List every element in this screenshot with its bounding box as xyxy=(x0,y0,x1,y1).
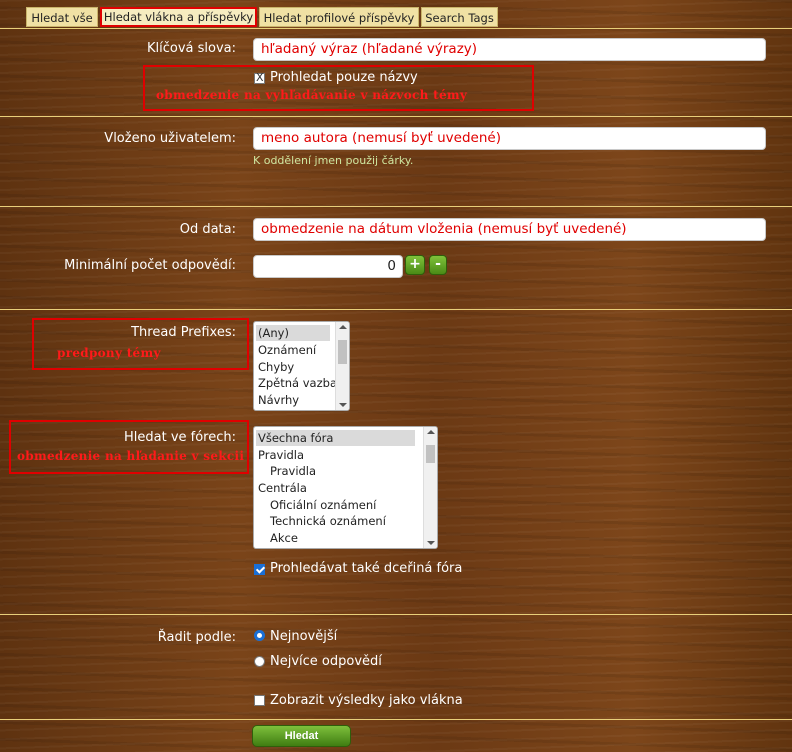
scroll-down-icon[interactable] xyxy=(427,541,435,545)
search-submit-button[interactable]: Hledat xyxy=(252,725,351,747)
forums-annotation: obmedzenie na hľadanie v sekcii xyxy=(17,449,245,463)
scroll-thumb[interactable] xyxy=(338,340,347,364)
list-item[interactable]: Technická oznámení xyxy=(268,513,386,529)
forums-listbox[interactable]: Všechna fóra Pravidla Pravidla Centrála … xyxy=(253,426,438,549)
scroll-down-icon[interactable] xyxy=(339,403,347,407)
date-input[interactable]: obmedzenie na dátum vloženia (nemusí byť… xyxy=(253,218,766,241)
tab-search-threads-posts[interactable]: Hledat vlákna a příspěvky xyxy=(100,7,257,27)
forums-scrollbar[interactable] xyxy=(423,427,437,548)
list-item[interactable]: Akce xyxy=(268,530,298,546)
group-results-checkbox[interactable] xyxy=(254,695,265,706)
posted-by-hint: K oddělení jmen použij čárky. xyxy=(253,154,414,167)
min-replies-label: Minimální počet odpovědí: xyxy=(64,258,236,273)
prefixes-scrollbar[interactable] xyxy=(335,322,349,410)
list-item[interactable]: (Any) xyxy=(256,325,330,341)
date-label: Od data: xyxy=(179,222,236,237)
group-results-label: Zobrazit výsledky jako vlákna xyxy=(270,693,463,708)
posted-by-label: Vloženo uživatelem: xyxy=(104,131,236,146)
scroll-up-icon[interactable] xyxy=(427,430,435,434)
prefixes-label: Thread Prefixes: xyxy=(131,325,236,340)
section-divider-2 xyxy=(0,206,792,207)
decrement-button[interactable]: - xyxy=(429,255,447,275)
list-item[interactable]: Zpětná vazba xyxy=(256,375,337,391)
titles-only-label: Prohledat pouze názvy xyxy=(270,70,418,85)
list-item[interactable]: Chyby xyxy=(256,359,294,375)
keywords-input[interactable]: hľadaný výraz (hľadané výrazy) xyxy=(253,38,766,61)
tab-search-tags[interactable]: Search Tags xyxy=(421,7,498,27)
tab-search-all[interactable]: Hledat vše xyxy=(26,7,98,27)
tab-search-profile-posts[interactable]: Hledat profilové příspěvky xyxy=(259,7,419,27)
section-divider-3 xyxy=(0,309,792,310)
child-forums-checkbox[interactable] xyxy=(254,564,265,575)
min-replies-input[interactable]: 0 xyxy=(253,255,403,278)
order-label: Řadit podle: xyxy=(157,630,236,645)
titles-only-annotation: obmedzenie na vyhľadávanie v názvoch tém… xyxy=(156,88,468,102)
list-item[interactable]: Pravidla xyxy=(268,463,316,479)
list-item[interactable]: Návrhy xyxy=(256,392,299,408)
increment-button[interactable]: + xyxy=(405,255,425,275)
list-item[interactable]: Všechna fóra xyxy=(256,430,415,446)
prefixes-listbox[interactable]: (Any) Oznámení Chyby Zpětná vazba Návrhy xyxy=(253,321,350,411)
prefixes-annotation: predpony témy xyxy=(57,346,161,360)
titles-only-checkbox[interactable] xyxy=(254,71,265,84)
list-item[interactable]: Oznámení xyxy=(256,342,316,358)
scroll-up-icon[interactable] xyxy=(339,325,347,329)
order-replies-label: Nejvíce odpovědí xyxy=(270,654,382,669)
order-newest-label: Nejnovější xyxy=(270,629,338,644)
scroll-thumb[interactable] xyxy=(426,445,435,463)
list-item[interactable]: Pravidla xyxy=(256,447,304,463)
child-forums-label: Prohledávat také dceřiná fóra xyxy=(270,561,463,576)
list-item[interactable]: Oficiální oznámení xyxy=(268,497,376,513)
tabs-divider xyxy=(0,28,792,29)
posted-by-input[interactable]: meno autora (nemusí byť uvedené) xyxy=(253,127,766,150)
order-replies-radio[interactable] xyxy=(254,656,265,667)
section-divider-1 xyxy=(0,116,792,117)
keywords-label: Klíčová slova: xyxy=(146,41,236,56)
order-newest-radio[interactable] xyxy=(254,630,265,641)
section-divider-4 xyxy=(0,614,792,615)
forums-label: Hledat ve fórech: xyxy=(123,430,236,445)
section-divider-5 xyxy=(0,719,792,720)
list-item[interactable]: Centrála xyxy=(256,480,307,496)
forums-annotation-box xyxy=(9,420,249,474)
